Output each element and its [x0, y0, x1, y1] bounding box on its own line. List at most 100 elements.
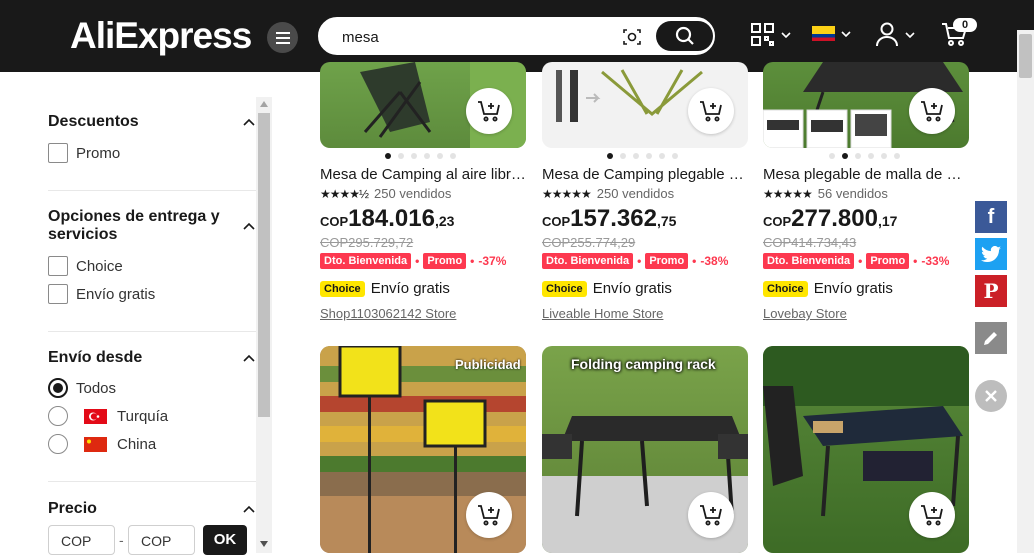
original-price: COP295.729,72 [320, 235, 414, 250]
logo-text: AliExpress [70, 15, 252, 56]
product-title[interactable]: Mesa de Camping plegable p... [542, 166, 748, 183]
image-carousel-dots[interactable] [385, 153, 456, 159]
qr-code-icon [751, 23, 774, 46]
scroll-down-arrow-icon[interactable] [259, 540, 269, 548]
chevron-up-icon[interactable] [242, 351, 256, 365]
edit-button[interactable] [975, 322, 1007, 354]
sidebar-scrollbar-thumb[interactable] [258, 113, 270, 417]
option-label: Choice [76, 257, 123, 275]
colombia-flag-icon [812, 26, 835, 41]
welcome-discount-badge: Dto. Bienvenida [542, 253, 634, 269]
store-link[interactable]: Lovebay Store [763, 306, 847, 321]
aliexpress-logo[interactable]: AliExpress [70, 14, 252, 58]
shipping-text: Envío gratis [813, 280, 893, 297]
search-icon [675, 26, 694, 45]
chevron-down-icon [905, 31, 915, 38]
ship-from-china[interactable]: China [48, 434, 156, 454]
add-to-cart-button[interactable] [466, 88, 512, 134]
price-ok-button[interactable]: OK [203, 525, 247, 555]
discount-percent: -37% [478, 254, 507, 268]
page-scrollbar-thumb[interactable] [1019, 34, 1032, 78]
product-price: COP157.362,75 [542, 205, 676, 233]
shipping-info: Choice Envío gratis [763, 280, 893, 297]
add-to-cart-button[interactable] [909, 492, 955, 538]
option-label: China [117, 435, 157, 453]
checkbox[interactable] [48, 256, 68, 276]
section-title: Opciones de entrega y servicios [48, 208, 220, 243]
country-selector[interactable] [812, 26, 851, 41]
add-cart-icon [921, 505, 943, 526]
twitter-icon [981, 246, 1001, 262]
filter-promo[interactable]: Promo [48, 143, 120, 163]
promo-badges: Dto. Bienvenida • Promo • -38% [542, 253, 728, 269]
filter-choice[interactable]: Choice [48, 256, 123, 276]
facebook-share-button[interactable]: f [975, 201, 1007, 233]
add-cart-icon [478, 505, 500, 526]
checkbox[interactable] [48, 143, 68, 163]
ship-from-section: Envío desde [48, 349, 256, 367]
filter-free-shipping[interactable]: Envío gratis [48, 284, 155, 304]
section-title: Envío desde [48, 349, 143, 366]
currency: COP [763, 214, 792, 229]
divider [48, 331, 256, 332]
product-price: COP277.800,17 [763, 205, 897, 233]
welcome-discount-badge: Dto. Bienvenida [320, 253, 412, 269]
radio-button[interactable] [48, 406, 68, 426]
option-label: Envío gratis [76, 285, 156, 303]
promo-badges: Dto. Bienvenida • Promo • -33% [763, 253, 949, 269]
ship-from-all[interactable]: Todos [48, 378, 116, 398]
camera-search-icon[interactable] [622, 27, 642, 47]
choice-badge: Choice [320, 280, 365, 297]
add-to-cart-button[interactable] [909, 88, 955, 134]
product-title[interactable]: Mesa de Camping al aire libre... [320, 166, 526, 183]
divider [48, 481, 256, 482]
radio-button[interactable] [48, 378, 68, 398]
image-carousel-dots[interactable] [829, 153, 900, 159]
original-price: COP255.774,29 [542, 235, 636, 250]
promo-badge: Promo [423, 253, 467, 269]
star-rating-icon: ★★★★½ [320, 186, 369, 201]
add-to-cart-button[interactable] [466, 492, 512, 538]
chevron-up-icon[interactable] [242, 219, 256, 233]
menu-button[interactable] [267, 22, 298, 53]
promo-badge: Promo [645, 253, 689, 269]
star-rating-icon: ★★★★★ [542, 186, 592, 201]
add-cart-icon [478, 101, 500, 122]
store-link[interactable]: Liveable Home Store [542, 306, 663, 321]
scroll-up-arrow-icon[interactable] [259, 100, 269, 108]
search-button[interactable] [656, 21, 713, 51]
edit-icon [984, 332, 997, 345]
chevron-up-icon[interactable] [242, 502, 256, 516]
image-carousel-dots[interactable] [607, 153, 678, 159]
store-link[interactable]: Shop1103062142 Store [320, 306, 456, 321]
promo-badge: Promo [866, 253, 910, 269]
pinterest-share-button[interactable]: P [975, 275, 1007, 307]
turkey-flag-icon [84, 408, 107, 424]
checkbox[interactable] [48, 284, 68, 304]
product-title[interactable]: Mesa plegable de malla de hi... [763, 166, 969, 183]
discount-percent: -38% [700, 254, 729, 268]
chevron-up-icon[interactable] [242, 115, 256, 129]
section-title: Descuentos [48, 113, 139, 130]
account-menu[interactable] [875, 22, 915, 47]
close-share-button[interactable] [975, 380, 1007, 412]
ship-from-turkey[interactable]: Turquía [48, 406, 168, 426]
price-max-input[interactable]: COP [128, 525, 195, 555]
price-integer: 277.800 [791, 205, 878, 232]
price-min-input[interactable]: COP [48, 525, 115, 555]
search-input[interactable] [342, 27, 622, 47]
twitter-share-button[interactable] [975, 238, 1007, 270]
price-decimal: ,23 [434, 213, 455, 229]
add-to-cart-button[interactable] [688, 492, 734, 538]
radio-button[interactable] [48, 434, 68, 454]
sold-count: 250 vendidos [374, 186, 452, 201]
page-scrollbar[interactable] [1017, 30, 1034, 553]
add-cart-icon [700, 505, 722, 526]
search-bar [318, 17, 715, 55]
product-price: COP184.016,23 [320, 205, 454, 233]
qr-menu[interactable] [750, 22, 791, 47]
menu-icon [275, 31, 290, 44]
delivery-section: Opciones de entrega y servicios [48, 208, 256, 244]
welcome-discount-badge: Dto. Bienvenida [763, 253, 855, 269]
add-to-cart-button[interactable] [688, 88, 734, 134]
